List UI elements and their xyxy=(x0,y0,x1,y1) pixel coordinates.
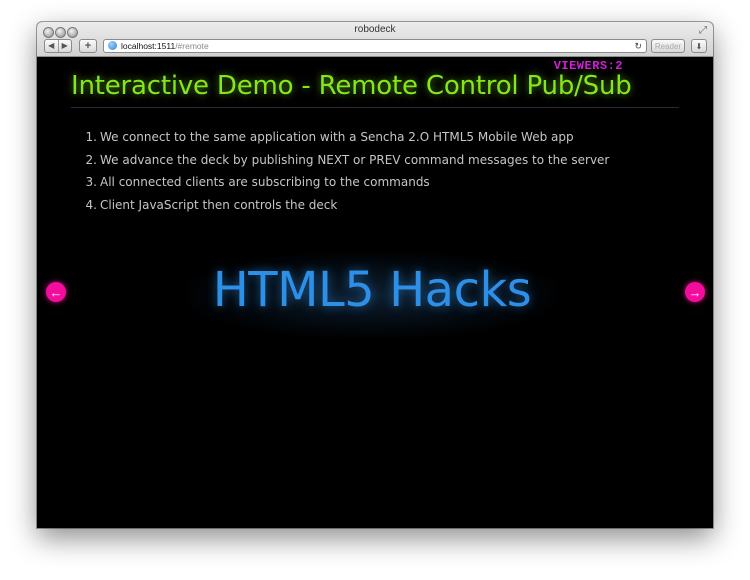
url-host: localhost:1511 xyxy=(121,41,176,51)
list-item: 1. We connect to the same application wit… xyxy=(85,130,574,144)
add-bookmark-button[interactable]: + xyxy=(79,39,97,53)
list-item: 2. We advance the deck by publishing NEXT… xyxy=(85,152,610,167)
title-divider xyxy=(71,107,679,108)
back-forward-buttons: ◀ ▶ xyxy=(44,39,72,53)
next-slide-button[interactable]: → xyxy=(685,282,705,302)
reload-icon[interactable]: ↻ xyxy=(634,40,642,52)
back-icon[interactable]: ◀ xyxy=(45,40,58,52)
title-bar: robodeck ⤢ ◀ ▶ + localhost:1511/#remote … xyxy=(37,22,713,57)
bullet-list: 1. We connect to the same application wit… xyxy=(77,130,610,220)
previous-slide-button[interactable]: ← xyxy=(46,282,66,302)
slide-title: Interactive Demo - Remote Control Pub/Su… xyxy=(71,71,632,101)
window-title: robodeck xyxy=(354,24,396,35)
arrow-left-icon: ← xyxy=(49,284,63,300)
list-item: 3. All connected clients are subscribing … xyxy=(85,175,430,189)
downloads-icon[interactable]: ⬇ xyxy=(691,39,707,53)
arrow-right-icon: → xyxy=(688,284,702,300)
html5-hacks-logo: HTML5 Hacks xyxy=(187,252,557,338)
slide-content: VIEWERS:2 Interactive Demo - Remote Cont… xyxy=(37,57,713,528)
url-text[interactable]: localhost:1511/#remote xyxy=(121,40,209,52)
address-bar[interactable]: localhost:1511/#remote ↻ xyxy=(103,39,647,53)
forward-icon[interactable]: ▶ xyxy=(59,40,72,52)
hero-text: HTML5 Hacks xyxy=(212,262,532,318)
fullscreen-icon[interactable]: ⤢ xyxy=(699,25,707,36)
list-item: 4. Client JavaScript then controls the de… xyxy=(85,197,338,212)
globe-icon xyxy=(108,41,117,50)
reader-button[interactable]: Reader xyxy=(651,39,685,53)
url-path: /#remote xyxy=(175,41,209,51)
browser-window: robodeck ⤢ ◀ ▶ + localhost:1511/#remote … xyxy=(37,22,713,528)
